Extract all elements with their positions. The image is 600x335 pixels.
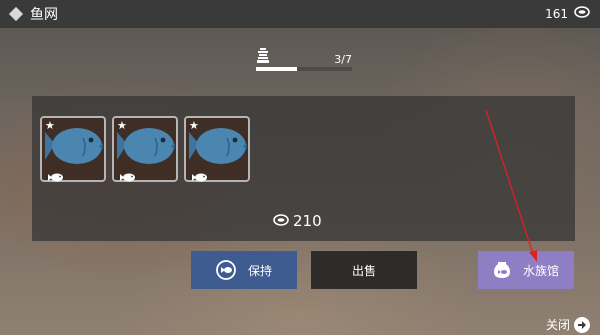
coin-balance: 161 bbox=[545, 6, 590, 21]
net-capacity: 3/7 bbox=[256, 48, 356, 76]
blue-fish-icon bbox=[115, 126, 177, 172]
fish-bowl-icon bbox=[493, 261, 511, 279]
bucket-icon bbox=[256, 48, 270, 68]
aquarium-button[interactable]: 水族馆 bbox=[478, 251, 574, 289]
page-title: 鱼网 bbox=[30, 7, 58, 23]
net-count: 3/7 bbox=[334, 53, 352, 66]
total-value-text: 210 bbox=[293, 212, 322, 230]
mini-fish-icon bbox=[120, 167, 136, 186]
catch-total-value: 210 bbox=[273, 212, 322, 230]
diamond-icon bbox=[8, 6, 24, 22]
sell-button[interactable]: 出售 bbox=[311, 251, 417, 289]
fish-slot-3[interactable]: ★ bbox=[184, 116, 250, 182]
close-button[interactable]: 关闭 bbox=[546, 316, 591, 333]
coin-balance-value: 161 bbox=[545, 6, 568, 21]
keep-button[interactable]: 保持 bbox=[191, 251, 297, 289]
net-progress-track bbox=[256, 67, 352, 71]
sell-button-label: 出售 bbox=[351, 263, 376, 278]
mini-fish-icon bbox=[48, 167, 64, 186]
net-progress-fill bbox=[256, 67, 298, 71]
fish-slot-2[interactable]: ★ bbox=[112, 116, 178, 182]
mini-fish-icon bbox=[192, 167, 208, 186]
blue-fish-icon bbox=[187, 126, 249, 172]
fish-slot-1[interactable]: ★ bbox=[40, 116, 106, 182]
blue-fish-icon bbox=[43, 126, 105, 172]
aquarium-button-label: 水族馆 bbox=[522, 263, 559, 278]
arrow-right-icon bbox=[574, 316, 591, 333]
close-button-label: 关闭 bbox=[546, 318, 571, 332]
top-bar: 鱼网 161 bbox=[0, 0, 600, 28]
fish-swap-icon bbox=[216, 260, 236, 280]
coin-icon bbox=[273, 212, 289, 230]
coin-icon bbox=[574, 6, 590, 21]
keep-button-label: 保持 bbox=[247, 263, 272, 278]
